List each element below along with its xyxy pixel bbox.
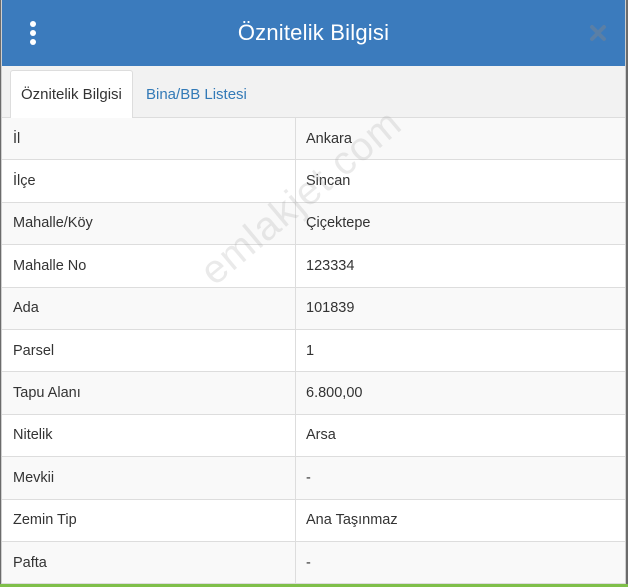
table-row: Tapu Alanı 6.800,00 [2,372,625,415]
table-row: Ada 101839 [2,287,625,330]
table-row: İl Ankara [2,118,625,161]
row-label: Ada [2,287,296,329]
row-value: 6.800,00 [306,385,363,402]
row-value: 101839 [306,300,355,317]
row-label: Zemin Tip [2,499,296,541]
attribute-table: İl Ankara İlçe Sincan Mahalle/Köy Çiçekt… [2,118,625,585]
row-label: İlçe [2,160,296,202]
row-value: Sincan [306,173,351,190]
table-row: Parsel 1 [2,329,625,373]
row-value: 1 [306,342,315,359]
dialog-title: Öznitelik Bilgisi [237,20,390,45]
row-label: Tapu Alanı [2,372,296,414]
table-row: Mevkii - [2,457,625,500]
close-icon [590,25,606,41]
tab-bar: Öznitelik Bilgisi Bina/BB Listesi [2,66,625,119]
row-value: - [306,554,311,571]
table-row: Nitelik Arsa [2,414,625,458]
tab-attribute-info[interactable]: Öznitelik Bilgisi [10,70,133,119]
row-label: Mahalle No [2,245,296,287]
row-value: Ana Taşınmaz [306,512,398,529]
row-value: Çiçektepe [306,215,371,232]
dialog-header: Öznitelik Bilgisi [2,0,625,66]
menu-dot-icon [30,39,36,45]
row-label: Parsel [2,329,296,372]
table-row: Mahalle No 123334 [2,245,625,288]
attribute-info-dialog: Öznitelik Bilgisi Öznitelik Bilgisi Bina… [1,0,626,587]
table-row: Pafta - [2,541,625,585]
row-label: İl [2,118,296,160]
tab-building-list[interactable]: Bina/BB Listesi [136,70,257,118]
menu-dot-icon [30,30,36,36]
menu-button[interactable] [20,18,46,48]
row-value: Ankara [306,130,352,147]
row-value: - [306,469,311,486]
table-row: İlçe Sincan [2,160,625,203]
close-button[interactable] [585,19,611,47]
row-label: Pafta [2,541,296,584]
row-value: 123334 [306,257,355,274]
row-label: Mevkii [2,457,296,499]
row-value: Arsa [306,427,336,444]
row-label: Nitelik [2,414,296,457]
table-row: Zemin Tip Ana Taşınmaz [2,499,625,542]
row-label: Mahalle/Köy [2,202,296,245]
table-row: Mahalle/Köy Çiçektepe [2,202,625,246]
menu-dot-icon [30,21,36,27]
